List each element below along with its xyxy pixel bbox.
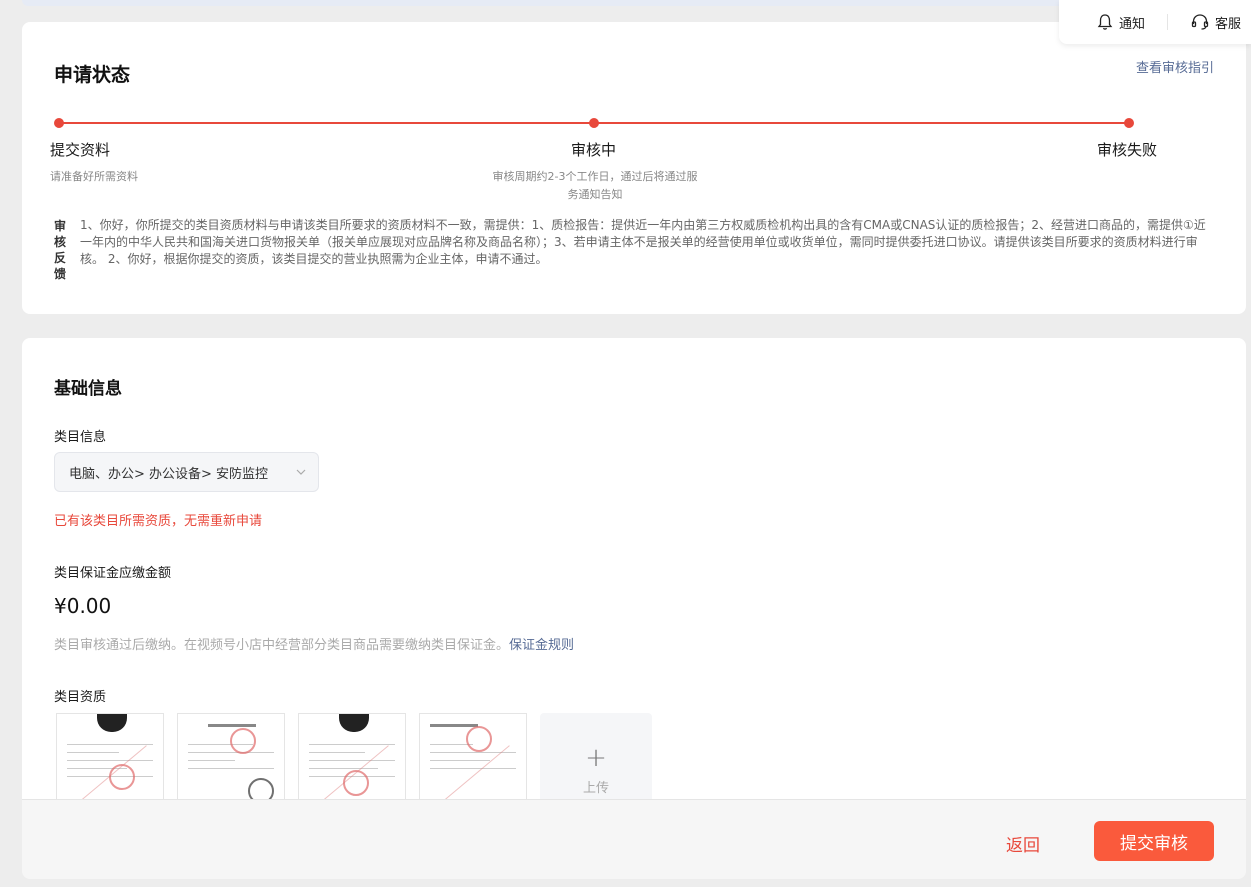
step-title-submit: 提交资料 — [50, 141, 111, 159]
deposit-label: 类目保证金应缴金额 — [54, 566, 172, 581]
back-button[interactable]: 返回 — [1006, 831, 1040, 856]
deposit-rule-link[interactable]: 保证金规则 — [509, 638, 574, 653]
feedback-label: 审核反馈 — [54, 219, 67, 281]
qualification-image-2[interactable] — [177, 713, 285, 808]
plus-icon: + — [585, 743, 607, 773]
step-dot-failed — [1124, 118, 1134, 128]
qualification-label: 类目资质 — [54, 690, 107, 705]
submit-review-button[interactable]: 提交审核 — [1094, 821, 1214, 861]
upload-label: 上传 — [582, 781, 609, 796]
top-bar: 通知 客服 — [1059, 0, 1251, 44]
status-section-title: 申请状态 — [54, 64, 131, 86]
notify-label: 通知 — [1118, 16, 1145, 32]
qualification-image-1[interactable] — [56, 713, 164, 808]
qualification-image-4[interactable] — [419, 713, 527, 808]
customer-service-button[interactable]: 客服 — [1190, 13, 1241, 32]
feedback-text: 1、你好，你所提交的类目资质材料与申请该类目所要求的资质材料不一致，需提供：1、… — [80, 218, 1206, 266]
chevron-down-icon — [294, 465, 308, 483]
upload-button[interactable]: + 上传 — [540, 713, 652, 808]
headset-icon — [1190, 13, 1210, 31]
notify-button[interactable]: 通知 — [1096, 13, 1145, 32]
step-desc-review: 审核周期约2-3个工作日，通过后将通过服务通知告知 — [492, 170, 698, 201]
step-dot-submit — [54, 118, 64, 128]
footer-action-bar: 返回 提交审核 — [22, 799, 1246, 879]
step-desc-submit: 请准备好所需资料 — [50, 170, 138, 183]
deposit-hint: 类目审核通过后缴纳。在视频号小店中经营部分类目商品需要缴纳类目保证金。保证金规则 — [54, 634, 574, 653]
step-title-failed: 审核失败 — [1097, 141, 1158, 159]
basic-info-card: 基础信息 类目信息 电脑、办公> 办公设备> 安防监控 已有该类目所需资质，无需… — [22, 338, 1246, 808]
deposit-amount: ¥0.00 — [54, 594, 112, 618]
basic-section-title: 基础信息 — [54, 379, 122, 399]
service-label: 客服 — [1214, 16, 1241, 32]
category-label: 类目信息 — [54, 430, 107, 445]
category-select[interactable]: 电脑、办公> 办公设备> 安防监控 — [54, 452, 319, 492]
bell-icon — [1096, 13, 1114, 31]
qualification-thumbnails: + 上传 — [56, 713, 652, 808]
step-dot-review — [589, 118, 599, 128]
review-guide-link[interactable]: 查看审核指引 — [1136, 57, 1214, 76]
step-title-review: 审核中 — [571, 141, 617, 159]
qualification-image-3[interactable] — [298, 713, 406, 808]
category-error-text: 已有该类目所需资质，无需重新申请 — [54, 514, 263, 529]
deposit-hint-text: 类目审核通过后缴纳。在视频号小店中经营部分类目商品需要缴纳类目保证金。 — [54, 638, 510, 653]
topbar-divider — [1166, 14, 1168, 30]
application-status-card: 申请状态 查看审核指引 提交资料 审核中 审核失败 请准备好所需资料 审核周期约… — [22, 22, 1246, 314]
category-select-value: 电脑、办公> 办公设备> 安防监控 — [69, 466, 269, 482]
